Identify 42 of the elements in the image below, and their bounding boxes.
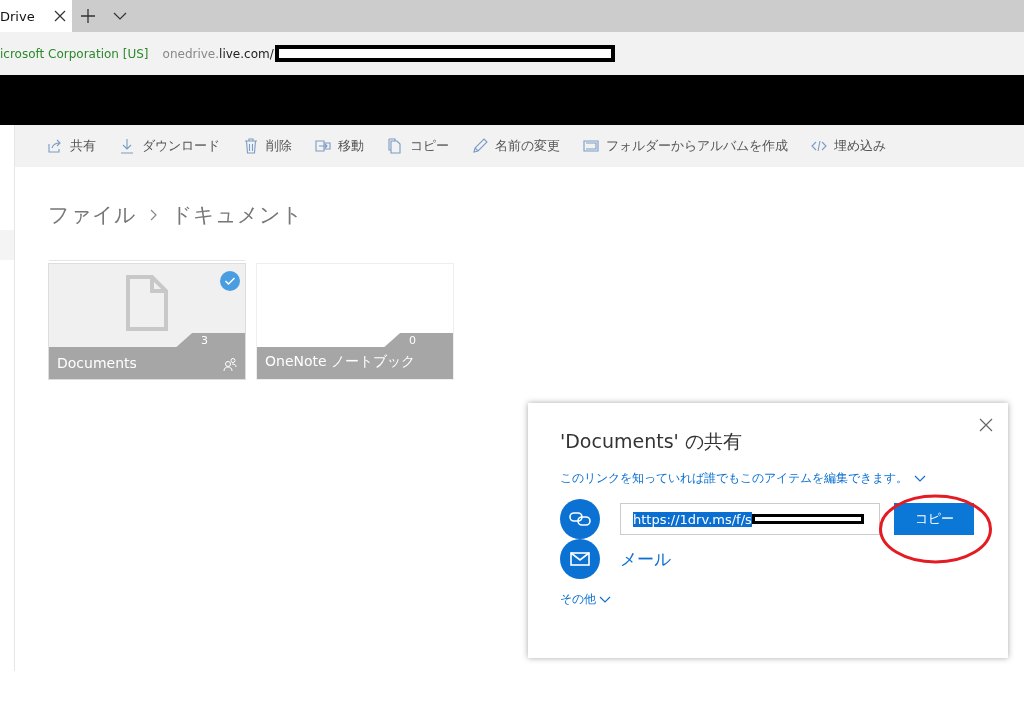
tile-name: OneNote ノートブック bbox=[265, 353, 416, 371]
toolbar-button[interactable]: ダウンロード bbox=[119, 137, 220, 155]
close-icon[interactable] bbox=[54, 10, 66, 22]
copy-icon bbox=[387, 138, 403, 154]
item-count: 3 bbox=[201, 334, 208, 347]
breadcrumb-item[interactable]: ファイル bbox=[48, 201, 136, 229]
toolbar-button[interactable]: 共有 bbox=[47, 137, 96, 155]
pencil-icon bbox=[472, 138, 488, 154]
permission-link[interactable]: このリンクを知っていれば誰でもこのアイテムを編集できます。 bbox=[560, 470, 908, 487]
toolbar-button[interactable]: 名前の変更 bbox=[472, 137, 560, 155]
share-icon bbox=[47, 138, 63, 154]
document-icon bbox=[126, 274, 168, 331]
mail-link[interactable]: メール bbox=[620, 547, 671, 571]
checkmark-icon[interactable] bbox=[220, 271, 240, 291]
more-link[interactable]: その他 bbox=[560, 591, 596, 608]
link-icon[interactable] bbox=[560, 499, 600, 539]
chevron-down-icon[interactable] bbox=[113, 12, 127, 20]
site-identity: icrosoft Corporation [US] bbox=[0, 46, 149, 61]
caret-icon[interactable] bbox=[599, 596, 611, 603]
toolbar-button[interactable]: フォルダーからアルバムを作成 bbox=[583, 137, 788, 155]
plus-icon[interactable] bbox=[81, 9, 95, 23]
dialog-title: 'Documents' の共有 bbox=[560, 429, 743, 454]
link-field[interactable]: https://1drv.ms/f/s bbox=[620, 503, 880, 535]
tile-name: Documents bbox=[57, 355, 137, 371]
caret-icon[interactable] bbox=[914, 475, 926, 482]
mail-icon[interactable] bbox=[560, 539, 600, 579]
move-icon bbox=[315, 138, 331, 154]
code-icon bbox=[811, 138, 827, 154]
toolbar-button[interactable]: 埋め込み bbox=[811, 137, 886, 155]
toolbar-button[interactable]: コピー bbox=[387, 137, 449, 155]
item-count: 0 bbox=[409, 334, 416, 347]
toolbar-button[interactable]: 移動 bbox=[315, 137, 364, 155]
chevron-right-icon bbox=[150, 209, 157, 221]
toolbar-button[interactable]: 削除 bbox=[243, 137, 292, 155]
album-icon bbox=[583, 138, 599, 154]
copy-button[interactable]: コピー bbox=[894, 503, 974, 535]
address-url[interactable]: onedrive.live.com/ bbox=[162, 46, 274, 61]
download-icon bbox=[119, 138, 135, 154]
trash-icon bbox=[243, 138, 259, 154]
breadcrumb-item[interactable]: ドキュメント bbox=[171, 201, 303, 229]
tab-title: Drive bbox=[0, 8, 35, 24]
browser-tab[interactable]: Drive bbox=[0, 0, 72, 32]
